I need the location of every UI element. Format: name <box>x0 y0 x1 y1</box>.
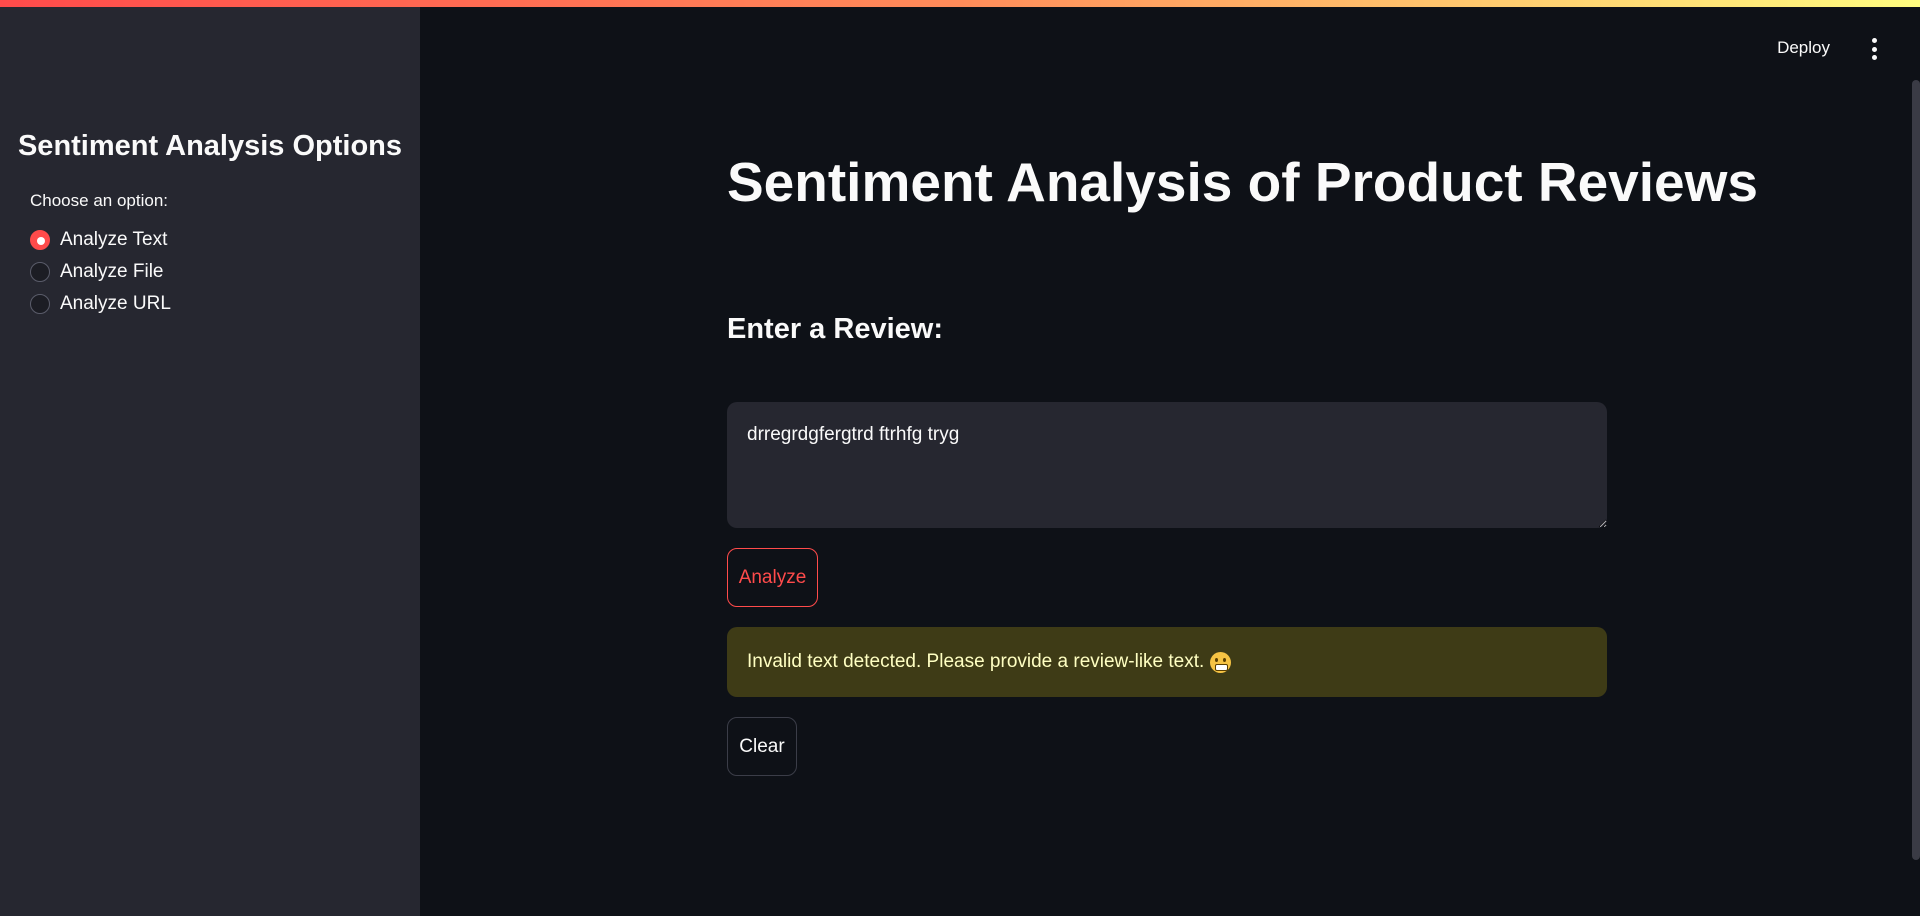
deploy-button[interactable]: Deploy <box>1777 38 1830 58</box>
radio-option-analyze-file[interactable]: Analyze File <box>30 256 171 288</box>
scrollbar[interactable] <box>1912 80 1920 860</box>
page-title: Sentiment Analysis of Product Reviews <box>727 151 1759 213</box>
radio-unselected-icon[interactable] <box>30 294 50 314</box>
radio-option-analyze-text[interactable]: Analyze Text <box>30 224 171 256</box>
radio-option-label: Analyze Text <box>60 229 168 250</box>
sidebar: Sentiment Analysis Options Choose an opt… <box>0 0 420 916</box>
warning-message: Invalid text detected. Please provide a … <box>747 651 1205 672</box>
radio-unselected-icon[interactable] <box>30 262 50 282</box>
warning-alert: Invalid text detected. Please provide a … <box>727 627 1607 697</box>
radio-option-analyze-url[interactable]: Analyze URL <box>30 288 171 320</box>
grimacing-face-icon <box>1210 651 1232 673</box>
clear-button[interactable]: Clear <box>727 717 797 776</box>
sidebar-title: Sentiment Analysis Options <box>17 130 403 162</box>
review-textarea[interactable]: drregrdgfergtrd ftrhfg tryg <box>727 402 1607 528</box>
radio-group-label: Choose an option: <box>30 191 168 210</box>
radio-option-label: Analyze URL <box>60 293 171 314</box>
review-subheader: Enter a Review: <box>727 313 943 345</box>
vertical-dots-icon[interactable] <box>1870 38 1878 60</box>
main-content: Deploy Sentiment Analysis of Product Rev… <box>420 0 1920 916</box>
option-radio-group: Analyze Text Analyze File Analyze URL <box>30 224 171 320</box>
analyze-button[interactable]: Analyze <box>727 548 818 607</box>
radio-selected-icon[interactable] <box>30 230 50 250</box>
top-decoration-bar <box>0 0 1920 7</box>
radio-option-label: Analyze File <box>60 261 164 282</box>
